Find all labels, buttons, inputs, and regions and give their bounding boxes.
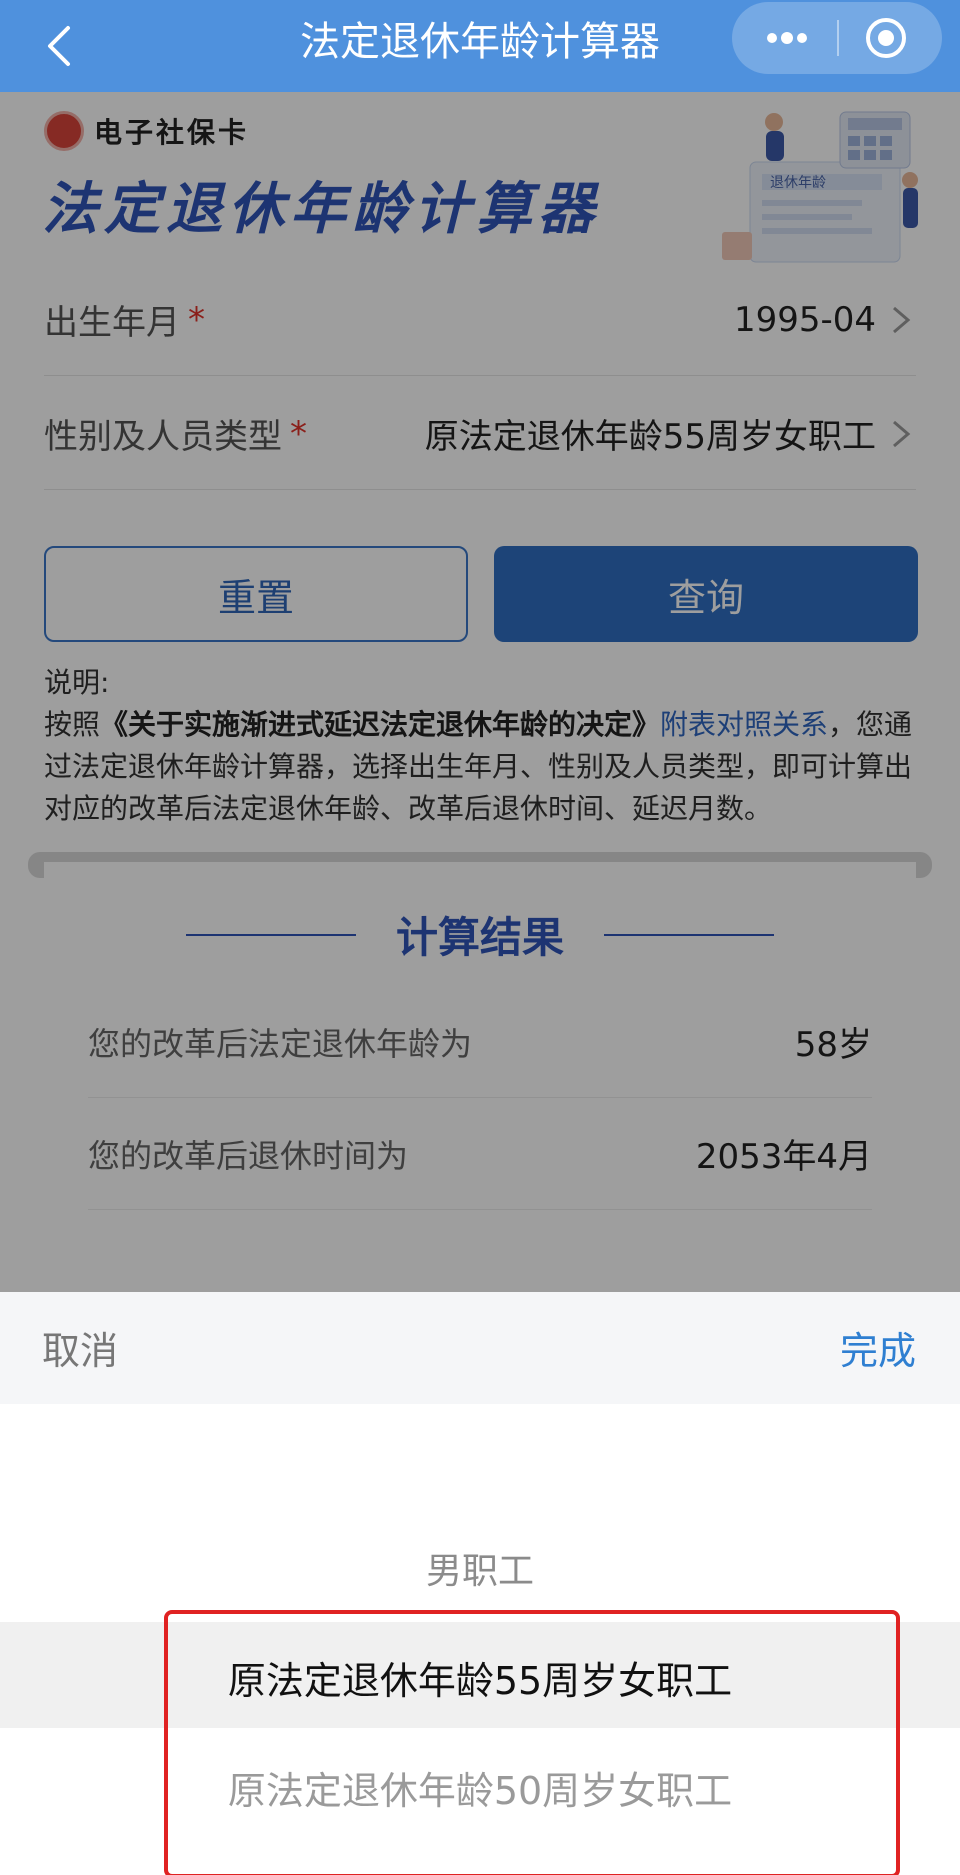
done-button[interactable]: 完成	[840, 1320, 916, 1375]
highlight-annotation-box	[164, 1610, 900, 1875]
picker-toolbar: 取消 完成	[0, 1292, 960, 1404]
cancel-button[interactable]: 取消	[42, 1320, 118, 1375]
mini-program-capsule	[732, 2, 942, 74]
more-dots-icon[interactable]	[762, 20, 812, 56]
picker-option[interactable]: 男职工	[0, 1542, 960, 1594]
target-circle-icon[interactable]	[864, 16, 908, 60]
top-nav-bar: 法定退休年龄计算器	[0, 0, 960, 92]
modal-backdrop[interactable]	[0, 92, 960, 1292]
picker-sheet: 取消 完成 男职工 原法定退休年龄55周岁女职工 原法定退休年龄50周岁女职工	[0, 1292, 960, 1875]
capsule-divider	[837, 20, 839, 56]
